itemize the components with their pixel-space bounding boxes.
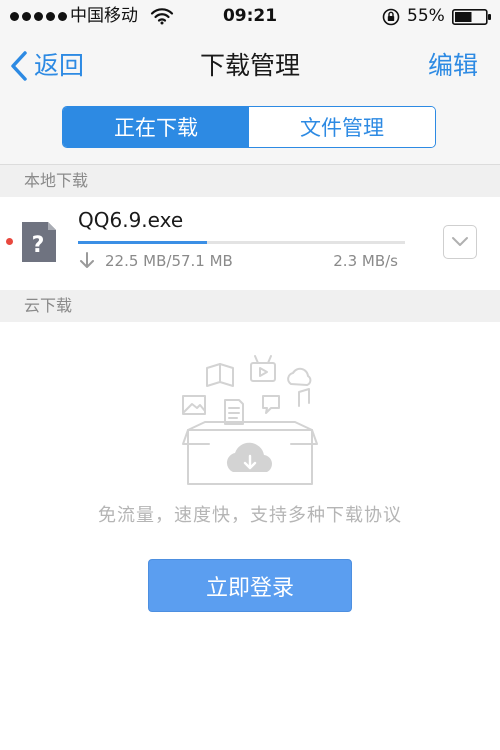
local-downloads-header: 本地下载 [0,165,500,197]
download-item[interactable]: ? QQ6.9.exe 22.5 MB/57.1 MB 2.3 MB/s [0,197,500,290]
expand-options-button[interactable] [443,225,477,259]
edit-button[interactable]: 编辑 [428,48,478,84]
segmented-control: 正在下载 文件管理 [62,106,436,148]
download-progress-fill [78,241,207,244]
page-title: 下载管理 [199,51,300,80]
cloud-box-illustration [182,355,318,485]
tab-downloading[interactable]: 正在下载 [63,107,249,147]
battery-icon [452,9,491,25]
rotation-lock-icon [382,8,400,26]
chevron-down-icon [452,237,468,246]
unread-dot [6,238,13,245]
download-manager-screen: 中国移动 09:21 55% 返回 下载管理 编辑 正在下载 文件管理 本地下载… [0,0,500,750]
unknown-file-icon: ? [22,222,56,262]
download-speed: 2.3 MB/s [333,252,398,270]
login-button[interactable]: 立即登录 [148,559,352,612]
svg-text:?: ? [32,233,45,258]
tab-bar-area: 正在下载 文件管理 [0,98,500,165]
download-size: 22.5 MB/57.1 MB [105,252,233,270]
download-arrow-icon [80,252,94,268]
tab-file-management[interactable]: 文件管理 [249,107,435,147]
battery-percent: 55% [407,6,445,26]
navigation-bar: 返回 下载管理 编辑 [0,34,500,98]
download-progress-bar [78,241,405,244]
file-name: QQ6.9.exe [78,208,184,232]
status-bar: 中国移动 09:21 55% [0,0,500,34]
cloud-downloads-header: 云下载 [0,290,500,322]
cloud-promo-text: 免流量，速度快，支持多种下载协议 [98,505,402,526]
